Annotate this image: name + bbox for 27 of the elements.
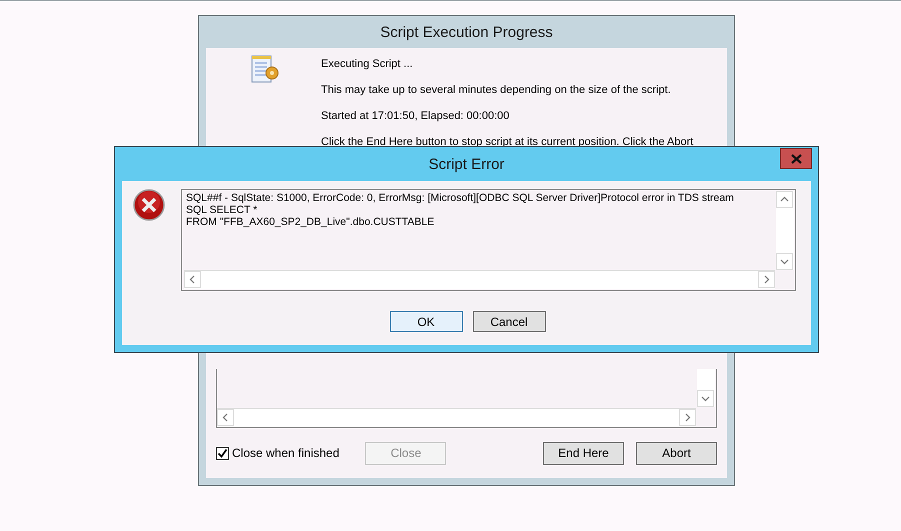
status-message: Started at 17:01:50, Elapsed: 00:00:00 — [321, 109, 510, 123]
error-message-line: SQL##f - SqlState: S1000, ErrorCode: 0, ErrorMsg: [Microsoft][ODBC SQL Server Driver]Protocol error in TDS stream — [185, 192, 734, 204]
close-button[interactable] — [780, 148, 812, 169]
dialog-button[interactable]: OK — [390, 311, 462, 332]
close-when-finished-checkbox[interactable]: Close when finished — [216, 446, 340, 460]
chevron-right-icon — [683, 413, 692, 422]
vertical-scrollbar[interactable] — [776, 191, 794, 270]
chevron-up-icon — [780, 195, 789, 204]
chevron-left-icon — [188, 275, 197, 284]
chevron-down-icon — [780, 257, 789, 266]
chevron-down-icon — [701, 394, 710, 403]
dialog-button[interactable]: End Here — [543, 442, 624, 464]
dialog-button[interactable]: Cancel — [472, 311, 546, 332]
window-title: Script Execution Progress — [379, 22, 554, 42]
status-message: Executing Script ... — [321, 57, 414, 71]
chevron-right-icon — [762, 275, 771, 284]
error-icon — [133, 189, 165, 221]
vertical-scrollbar[interactable] — [697, 369, 715, 407]
error-message-line: SQL SELECT * — [185, 204, 258, 216]
status-message: This may take up to several minutes depending on the size of the script. — [321, 83, 672, 97]
dialog-button[interactable]: Abort — [636, 442, 717, 464]
chevron-left-icon — [221, 413, 230, 422]
close-icon — [790, 154, 802, 164]
checkbox[interactable] — [216, 446, 229, 460]
status-message: Click the End Here button to stop script at its current position. Click the Abort — [321, 135, 694, 149]
dialog-title: Script Error — [428, 156, 504, 172]
error-message-line: FROM "FFB_AX60_SP2_DB_Live".dbo.CUSTTABLE — [185, 216, 434, 228]
